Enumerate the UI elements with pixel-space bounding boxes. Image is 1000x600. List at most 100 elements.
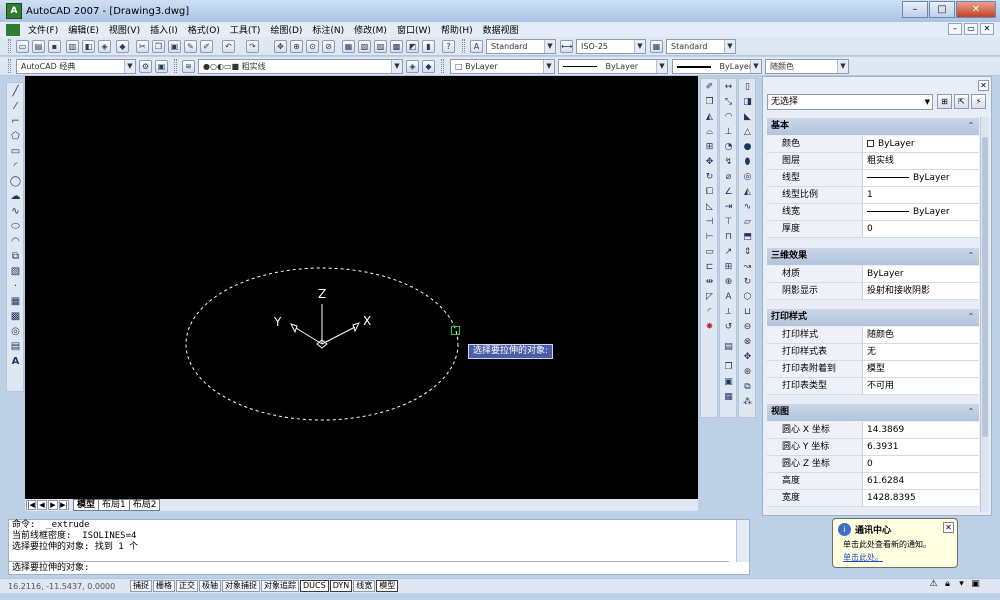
layout-icon[interactable]: ▦: [722, 391, 735, 404]
doc-restore-button[interactable]: ▭: [964, 23, 978, 35]
copy-object-icon[interactable]: ❐: [703, 96, 716, 109]
menu-edit[interactable]: 编辑(E): [63, 23, 104, 36]
prop-width[interactable]: 宽度 1428.8395: [767, 490, 979, 507]
prop-plot-table-attached[interactable]: 打印表附着到 模型: [767, 361, 979, 378]
toolbar-grip[interactable]: [441, 59, 444, 73]
menu-help[interactable]: 帮助(H): [436, 23, 478, 36]
collapse-icon[interactable]: ⌃: [966, 121, 976, 131]
cut-icon[interactable]: ✂: [136, 40, 149, 53]
help-icon[interactable]: ?: [442, 40, 455, 53]
prop-color[interactable]: 颜色 ByLayer: [767, 136, 979, 153]
section-general[interactable]: 基本 ⌃: [767, 118, 979, 135]
menu-insert[interactable]: 插入(I): [145, 23, 183, 36]
next-tab-button[interactable]: ▶: [48, 500, 58, 510]
polar-toggle[interactable]: 极轴: [199, 580, 221, 592]
intersect-icon[interactable]: ⊗: [741, 336, 754, 349]
dim-style-manager-icon[interactable]: ▤: [722, 341, 735, 354]
block-editor-icon[interactable]: ✐: [200, 40, 213, 53]
workspace-select[interactable]: AutoCAD 经典 ▼: [16, 59, 136, 74]
jogged-dim-icon[interactable]: ↯: [722, 156, 735, 169]
selection-dropdown[interactable]: 无选择 ▼: [767, 94, 933, 110]
toolbar-grip[interactable]: [8, 39, 11, 53]
polyline-icon[interactable]: ⌐: [9, 115, 22, 128]
drawing-canvas[interactable]: Z Y X 选择要拉伸的对象:: [25, 76, 698, 499]
print-preview-icon[interactable]: ◧: [82, 40, 95, 53]
prop-shadow-display[interactable]: 阴影显示 投射和接收阴影: [767, 283, 979, 300]
subtract-icon[interactable]: ⊖: [741, 321, 754, 334]
layout-paste-icon[interactable]: ▣: [722, 376, 735, 389]
clean-screen-icon[interactable]: ▣: [970, 579, 981, 590]
ellipse-icon[interactable]: ⬭: [9, 220, 22, 233]
save-workspace-icon[interactable]: ▣: [155, 60, 168, 73]
diameter-dim-icon[interactable]: ⌀: [722, 171, 735, 184]
3d-align-icon[interactable]: ⧉: [741, 381, 754, 394]
menu-tools[interactable]: 工具(T): [225, 23, 266, 36]
revolve-icon[interactable]: ↻: [741, 276, 754, 289]
linear-dim-icon[interactable]: ↔: [722, 81, 735, 94]
tolerance-icon[interactable]: ⊞: [722, 261, 735, 274]
tool-palettes-icon[interactable]: ▨: [374, 40, 387, 53]
union-icon[interactable]: ⊔: [741, 306, 754, 319]
doc-close-button[interactable]: ✕: [980, 23, 994, 35]
prop-center-z[interactable]: 圆心 Z 坐标 0: [767, 456, 979, 473]
close-icon[interactable]: ✕: [943, 522, 954, 533]
sphere-icon[interactable]: ●: [741, 141, 754, 154]
toolbar-grip[interactable]: [174, 59, 177, 73]
move-icon[interactable]: ✥: [703, 156, 716, 169]
tab-layout1[interactable]: 布局1: [98, 499, 130, 511]
pan-icon[interactable]: ✥: [274, 40, 287, 53]
dim-style-select[interactable]: ISO-25 ▼: [576, 39, 646, 54]
dim-edit-icon[interactable]: A: [722, 291, 735, 304]
angular-dim-icon[interactable]: ∠: [722, 186, 735, 199]
section-view[interactable]: 视图 ⌃: [767, 404, 979, 421]
rotate-icon[interactable]: ↻: [703, 171, 716, 184]
break-icon[interactable]: ▭: [703, 246, 716, 259]
prop-linetype-scale[interactable]: 线型比例 1: [767, 187, 979, 204]
polygon-icon[interactable]: ⬠: [9, 130, 22, 143]
osnap-toggle[interactable]: 对象捕捉: [222, 580, 260, 592]
region-icon[interactable]: ◎: [9, 325, 22, 338]
circle-icon[interactable]: ◯: [9, 175, 22, 188]
scale-icon[interactable]: ⧠: [703, 186, 716, 199]
hatch-icon[interactable]: ▦: [9, 295, 22, 308]
aligned-dim-icon[interactable]: ⤡: [722, 96, 735, 109]
text-style-select[interactable]: Standard ▼: [486, 39, 556, 54]
prev-tab-button[interactable]: ◀: [37, 500, 47, 510]
prop-plot-table-type[interactable]: 打印表类型 不可用: [767, 378, 979, 395]
scrollbar-thumb[interactable]: [982, 137, 988, 437]
command-input[interactable]: 选择要拉伸的对象:: [9, 561, 729, 574]
3d-dwf-icon[interactable]: ◆: [116, 40, 129, 53]
menu-file[interactable]: 文件(F): [23, 23, 63, 36]
print-icon[interactable]: ▥: [66, 40, 79, 53]
quick-leader-icon[interactable]: ↗: [722, 246, 735, 259]
grid-toggle[interactable]: 栅格: [153, 580, 175, 592]
close-button[interactable]: ✕: [956, 1, 996, 18]
dim-update-icon[interactable]: ↺: [722, 321, 735, 334]
break-at-point-icon[interactable]: ⊏: [703, 261, 716, 274]
section-3d-effects[interactable]: 三维效果 ⌃: [767, 248, 979, 265]
polysolid-icon[interactable]: ▯: [741, 81, 754, 94]
minimize-button[interactable]: –: [902, 1, 928, 18]
plot-style-select[interactable]: 随颜色 ▼: [765, 59, 849, 74]
maximize-button[interactable]: □: [929, 1, 955, 18]
properties-scrollbar[interactable]: [980, 117, 989, 512]
prop-center-y[interactable]: 圆心 Y 坐标 6.3931: [767, 439, 979, 456]
wedge-icon[interactable]: ◣: [741, 111, 754, 124]
layer-manager-icon[interactable]: ≋: [182, 60, 195, 73]
extrude-icon[interactable]: ⬒: [741, 231, 754, 244]
chamfer-icon[interactable]: ◸: [703, 291, 716, 304]
quick-select-icon[interactable]: ⚡: [971, 94, 986, 109]
dim-text-edit-icon[interactable]: ⟂: [722, 306, 735, 319]
insert-block-icon[interactable]: ⧉: [9, 250, 22, 263]
match-properties-icon[interactable]: ✎: [184, 40, 197, 53]
layout-copy-icon[interactable]: ❐: [722, 361, 735, 374]
menu-view[interactable]: 视图(V): [104, 23, 145, 36]
warning-icon[interactable]: ⚠: [928, 579, 939, 590]
make-layer-current-icon[interactable]: ◈: [406, 60, 419, 73]
3d-move-icon[interactable]: ✥: [741, 351, 754, 364]
ducs-toggle[interactable]: DUCS: [300, 580, 329, 592]
stretch-icon[interactable]: ◺: [703, 201, 716, 214]
table-icon[interactable]: ▤: [9, 340, 22, 353]
coordinate-display[interactable]: 16.2116, -11.5437, 0.0000: [0, 582, 130, 591]
prop-thickness[interactable]: 厚度 0: [767, 221, 979, 238]
